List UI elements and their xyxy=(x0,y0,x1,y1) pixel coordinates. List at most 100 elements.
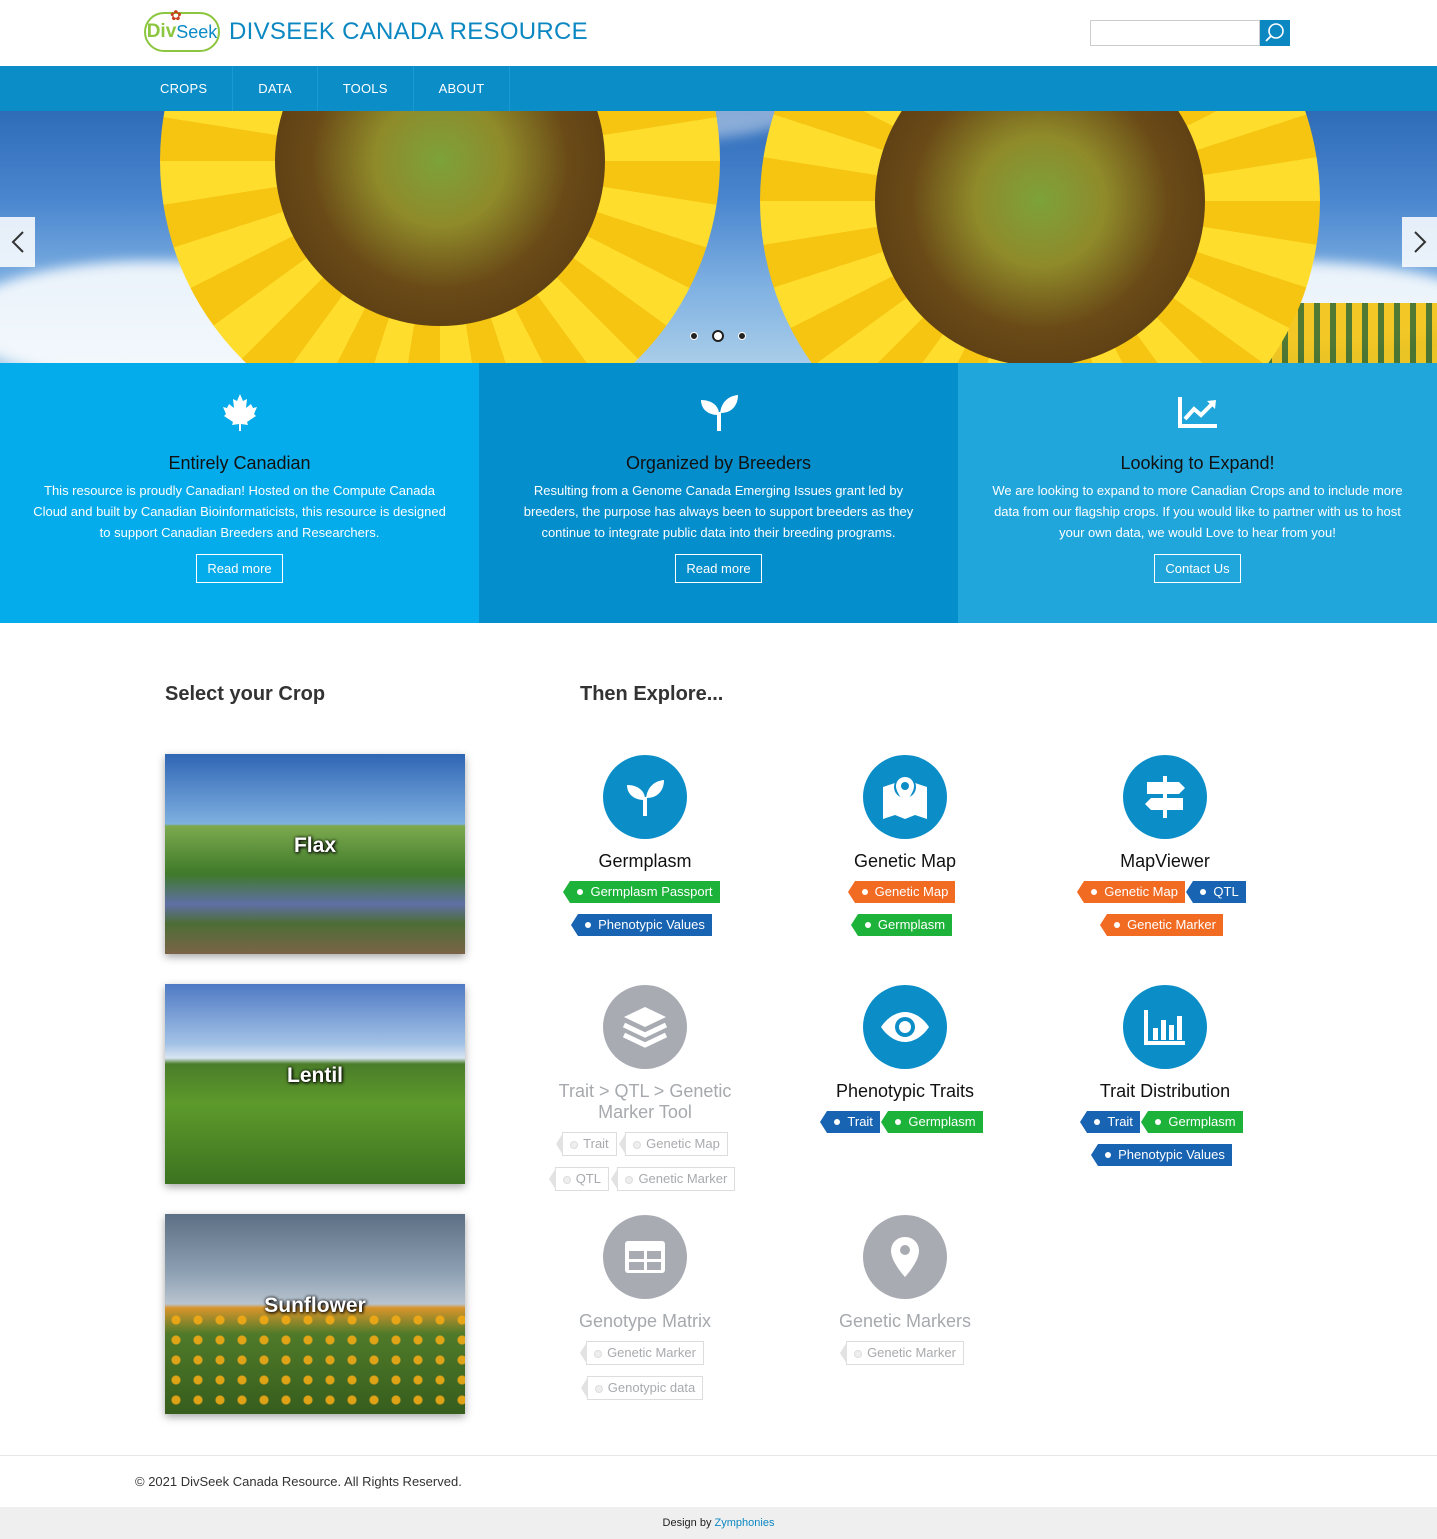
tag-list: Germplasm Passport Phenotypic Values xyxy=(515,881,775,947)
seedling-icon xyxy=(479,391,958,433)
tag: Genetic Map xyxy=(619,1132,728,1156)
tool-title: Genetic Markers xyxy=(838,1311,972,1331)
tool-title: Trait Distribution xyxy=(1099,1081,1231,1101)
logo-text-seek: Seek xyxy=(176,21,218,42)
tool-mapviewer[interactable]: MapViewer Genetic Map QTL Genetic Marker xyxy=(1035,755,1295,947)
tag: Genetic Marker xyxy=(840,1341,964,1365)
maple-leaf-icon xyxy=(0,391,479,433)
site-logo[interactable]: ✿ Div Seek DIVSEEK CANADA RESOURCE xyxy=(144,7,588,52)
search-icon xyxy=(1265,23,1284,42)
feature-organized-by-breeders: Organized by Breeders Resulting from a G… xyxy=(479,363,958,623)
feature-text: Resulting from a Genome Canada Emerging … xyxy=(523,483,914,540)
crop-label: Sunflower xyxy=(264,1294,366,1317)
carousel-prev-button[interactable] xyxy=(0,217,35,267)
read-more-button[interactable]: Read more xyxy=(675,554,762,583)
search-input[interactable] xyxy=(1090,20,1260,46)
tool-trait-distribution[interactable]: Trait Distribution Trait Germplasm Pheno… xyxy=(1035,985,1295,1177)
tag[interactable]: Germplasm Passport xyxy=(563,881,720,903)
tag: QTL xyxy=(548,1167,609,1191)
read-more-button[interactable]: Read more xyxy=(196,554,283,583)
nav-item-crops[interactable]: CROPS xyxy=(135,66,234,111)
footer: © 2021 DivSeek Canada Resource. All Righ… xyxy=(0,1455,1437,1507)
main-nav: CROPS DATA TOOLS ABOUT xyxy=(0,66,1437,111)
design-credit: Design by Zymphonies xyxy=(0,1507,1437,1539)
tag[interactable]: Trait xyxy=(820,1111,880,1133)
carousel-dot-1[interactable] xyxy=(690,332,698,340)
design-credit-prefix: Design by xyxy=(662,1517,715,1529)
tag[interactable]: Phenotypic Values xyxy=(1091,1144,1232,1166)
layers-icon xyxy=(603,985,687,1069)
chart-line-icon xyxy=(958,391,1437,433)
explore-heading: Then Explore... xyxy=(580,683,724,705)
tag[interactable]: Germplasm xyxy=(881,1111,983,1133)
tool-title: Genetic Map xyxy=(853,851,957,871)
tool-title: MapViewer xyxy=(1120,851,1210,871)
feature-looking-to-expand: Looking to Expand! We are looking to exp… xyxy=(958,363,1437,623)
tag: Genetic Marker xyxy=(580,1341,704,1365)
bar-chart-icon xyxy=(1123,985,1207,1069)
sunflower-field-pattern xyxy=(165,1310,465,1414)
feature-text: This resource is proudly Canadian! Hoste… xyxy=(33,483,446,540)
tool-trait-qtl-marker[interactable]: Trait > QTL > Genetic Marker Tool Trait … xyxy=(515,985,775,1202)
crop-card-sunflower[interactable]: Sunflower xyxy=(165,1214,465,1414)
crop-card-flax[interactable]: Flax xyxy=(165,754,465,954)
feature-title: Looking to Expand! xyxy=(1120,453,1275,473)
chevron-right-icon xyxy=(1413,231,1426,253)
signpost-icon xyxy=(1123,755,1207,839)
seedling-icon xyxy=(603,755,687,839)
tag-list: Genetic Map QTL Genetic Marker xyxy=(1035,881,1295,947)
tag-list: Trait Germplasm Phenotypic Values xyxy=(1035,1111,1295,1177)
tool-phenotypic-traits[interactable]: Phenotypic Traits Trait Germplasm xyxy=(775,985,1035,1144)
carousel-dot-2[interactable] xyxy=(712,330,724,342)
tag-list: Genetic Map Germplasm xyxy=(775,881,1035,947)
nav-item-data[interactable]: DATA xyxy=(233,66,318,111)
tag[interactable]: Germplasm xyxy=(1141,1111,1243,1133)
hero-carousel xyxy=(0,111,1437,363)
site-title[interactable]: DIVSEEK CANADA RESOURCE xyxy=(229,18,588,46)
location-pin-icon xyxy=(863,1215,947,1299)
nav-item-about[interactable]: ABOUT xyxy=(414,66,511,111)
tool-genotype-matrix[interactable]: Genotype Matrix Genetic Marker Genotypic… xyxy=(515,1215,775,1411)
copyright-text: © 2021 DivSeek Canada Resource. All Righ… xyxy=(135,1474,462,1489)
site-header: ✿ Div Seek DIVSEEK CANADA RESOURCE xyxy=(0,0,1437,66)
tool-title: Trait > QTL > Genetic Marker Tool xyxy=(558,1081,732,1122)
select-crop-heading: Select your Crop xyxy=(165,683,326,705)
feature-blocks: Entirely Canadian This resource is proud… xyxy=(0,363,1437,623)
carousel-next-button[interactable] xyxy=(1402,217,1437,267)
tag[interactable]: Genetic Map xyxy=(847,881,956,903)
tool-genetic-markers[interactable]: Genetic Markers Genetic Marker xyxy=(775,1215,1035,1376)
search-button[interactable] xyxy=(1260,20,1290,46)
eye-icon xyxy=(863,985,947,1069)
tag[interactable]: QTL xyxy=(1186,881,1246,903)
tag[interactable]: Trait xyxy=(1080,1111,1140,1133)
crop-card-lentil[interactable]: Lentil xyxy=(165,984,465,1184)
carousel-dot-3[interactable] xyxy=(738,332,746,340)
tag: Genetic Marker xyxy=(611,1167,736,1191)
tag: Genotypic data xyxy=(580,1376,704,1400)
search-form xyxy=(1090,20,1290,46)
crop-label: Flax xyxy=(293,834,337,857)
tag[interactable]: Genetic Map xyxy=(1077,881,1185,903)
crop-label: Lentil xyxy=(287,1064,343,1087)
tool-genetic-map[interactable]: Genetic Map Genetic Map Germplasm xyxy=(775,755,1035,947)
contact-us-button[interactable]: Contact Us xyxy=(1154,554,1241,583)
feature-entirely-canadian: Entirely Canadian This resource is proud… xyxy=(0,363,479,623)
logo-text-div: Div xyxy=(146,21,177,42)
tag-list: Trait Germplasm xyxy=(775,1111,1035,1144)
feature-title: Entirely Canadian xyxy=(168,453,311,473)
maple-leaf-icon: ✿ xyxy=(170,7,182,23)
sunflower-image xyxy=(760,111,1320,363)
tag-list: Genetic Marker xyxy=(775,1341,1035,1376)
sunflower-image xyxy=(160,111,720,363)
tool-title: Genotype Matrix xyxy=(578,1311,712,1331)
tag-list: Genetic Marker Genotypic data xyxy=(515,1341,775,1411)
divseek-logo[interactable]: ✿ Div Seek xyxy=(144,7,220,52)
tag[interactable]: Germplasm xyxy=(850,914,953,936)
tool-title: Phenotypic Traits xyxy=(835,1081,975,1101)
tag[interactable]: Genetic Marker xyxy=(1100,914,1223,936)
tag-list: Trait Genetic Map QTL Genetic Marker xyxy=(515,1132,775,1202)
designer-link[interactable]: Zymphonies xyxy=(715,1517,775,1529)
tool-germplasm[interactable]: Germplasm Germplasm Passport Phenotypic … xyxy=(515,755,775,947)
tag[interactable]: Phenotypic Values xyxy=(571,914,712,936)
nav-item-tools[interactable]: TOOLS xyxy=(318,66,414,111)
